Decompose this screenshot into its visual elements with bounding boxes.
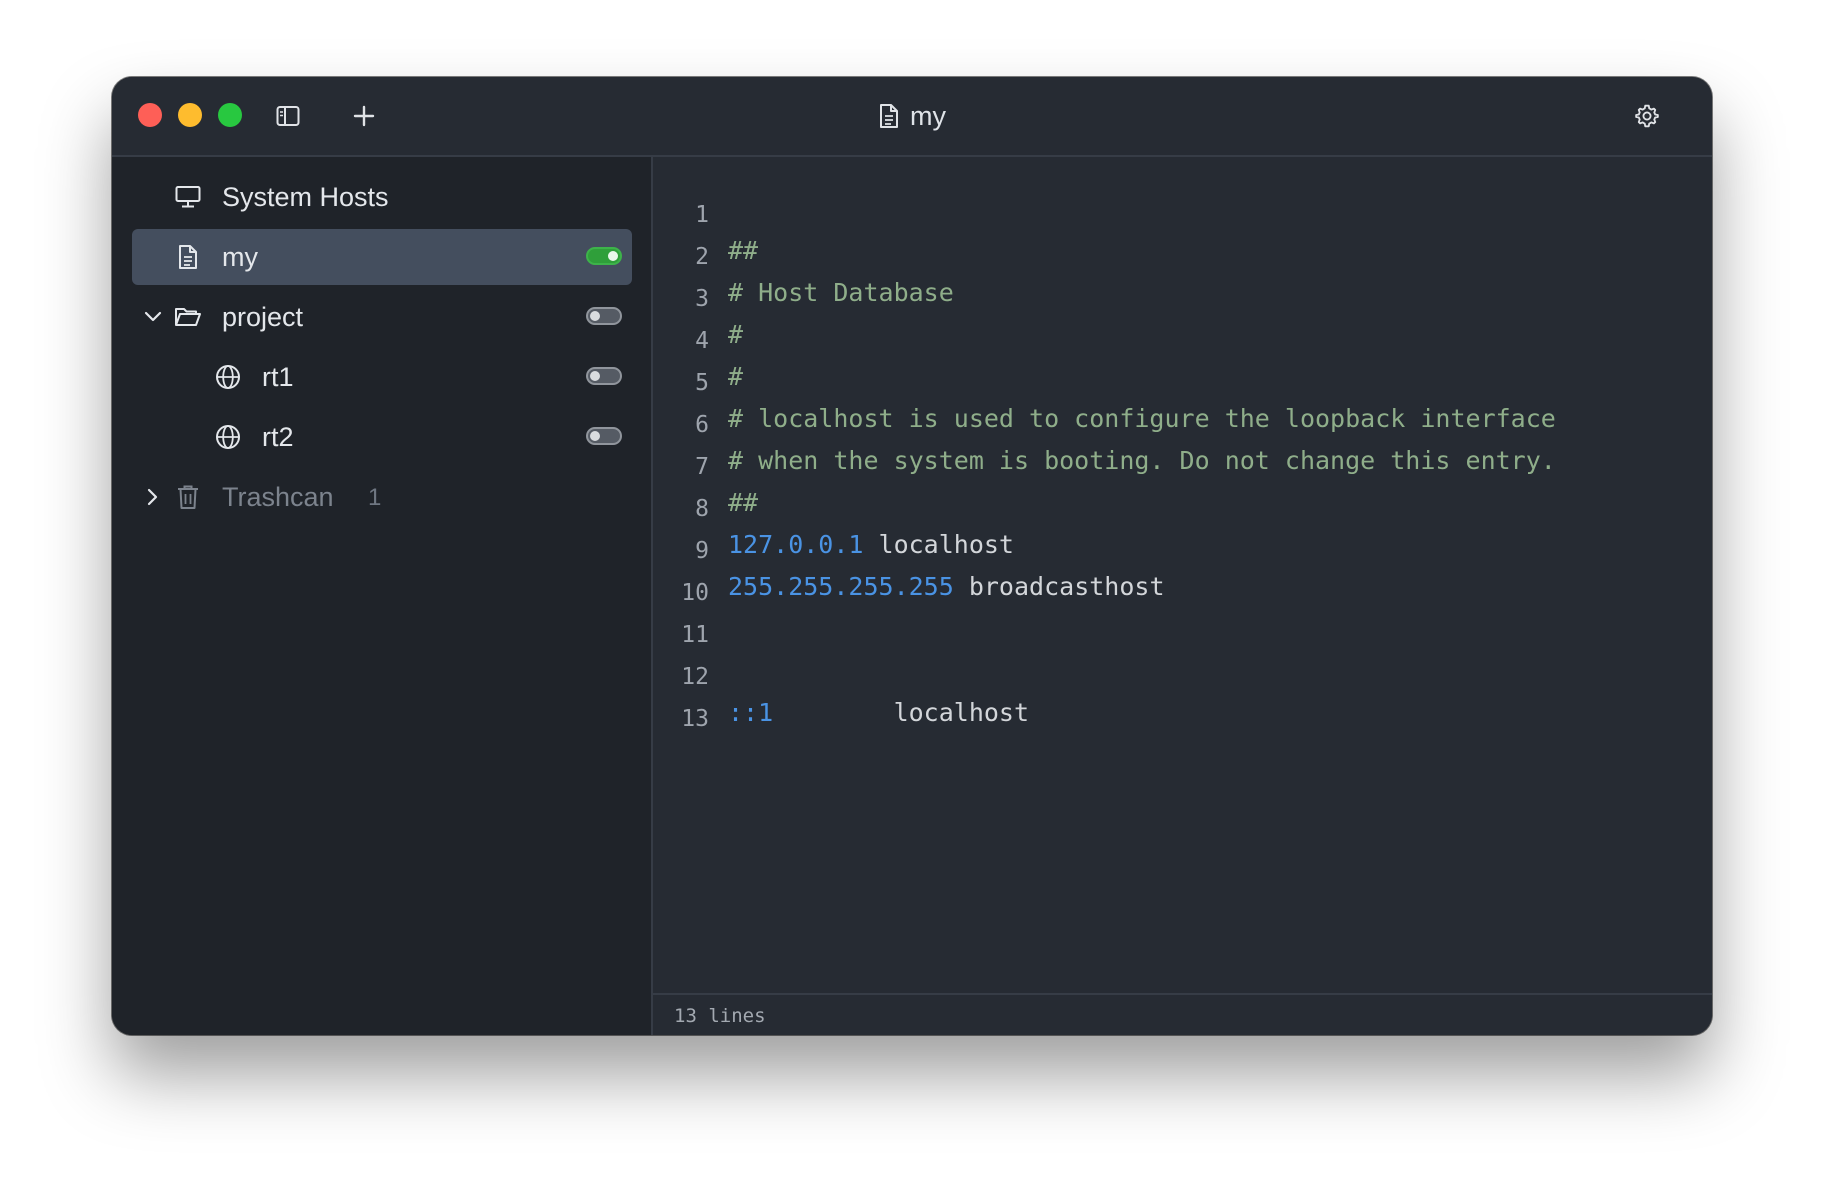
line-count: 13 lines bbox=[674, 1005, 766, 1027]
app-window: my System Hosts my project rt1 rt2 Trash… bbox=[112, 77, 1712, 1035]
chevron-right-icon[interactable] bbox=[140, 484, 166, 510]
sidebar-item-rt1[interactable]: rt1 bbox=[132, 349, 632, 405]
code-line: 3 # bbox=[653, 245, 743, 349]
line-number: 13 bbox=[681, 706, 709, 732]
sidebar-item-rt2[interactable]: rt2 bbox=[132, 409, 632, 465]
code-line: 12 ::1 localhost bbox=[653, 623, 1029, 727]
titlebar: my bbox=[112, 77, 1712, 157]
sidebar-item-my[interactable]: my bbox=[132, 229, 632, 285]
code-line: 2 # Host Database bbox=[653, 203, 954, 307]
settings-button[interactable] bbox=[1632, 101, 1662, 131]
comment-text: # when the system is booting. Do not cha… bbox=[728, 446, 1556, 475]
status-bar: 13 lines bbox=[653, 993, 1712, 1035]
sidebar-item-trashcan[interactable]: Trashcan 1 bbox=[132, 469, 632, 525]
hostname: localhost bbox=[773, 698, 1030, 727]
project-enable-toggle[interactable] bbox=[586, 307, 622, 325]
code-line: 8 127.0.0.1 localhost bbox=[653, 455, 1014, 559]
window-title-text: my bbox=[910, 100, 946, 131]
trash-icon bbox=[174, 483, 202, 511]
file-icon bbox=[174, 243, 202, 271]
comment-text: # localhost is used to configure the loo… bbox=[728, 404, 1556, 433]
hostname: broadcasthost bbox=[953, 572, 1165, 601]
window-title: my bbox=[112, 97, 1712, 135]
sidebar-item-system-hosts[interactable]: System Hosts bbox=[132, 169, 632, 225]
sidebar-item-label: project bbox=[222, 302, 304, 332]
monitor-icon bbox=[174, 183, 202, 211]
comment-text: # Host Database bbox=[728, 278, 954, 307]
ip-address: 255.255.255.255 bbox=[728, 572, 954, 601]
ip-address: 127.0.0.1 bbox=[728, 530, 864, 559]
code-line: 9 255.255.255.255 broadcasthost bbox=[653, 497, 1164, 601]
sidebar-item-label: Trashcan bbox=[222, 482, 334, 512]
trash-count-badge: 1 bbox=[368, 484, 382, 511]
code-line: 4 # bbox=[653, 287, 743, 391]
code-line: 10 bbox=[653, 539, 743, 606]
sidebar-item-label: System Hosts bbox=[222, 182, 389, 212]
gear-icon bbox=[1635, 104, 1659, 128]
rt1-enable-toggle[interactable] bbox=[586, 367, 622, 385]
rt2-enable-toggle[interactable] bbox=[586, 427, 622, 445]
sidebar: System Hosts my project rt1 rt2 Trashcan… bbox=[112, 157, 653, 1035]
code-line: 1 ## bbox=[653, 161, 758, 265]
sidebar-item-label: my bbox=[222, 242, 258, 272]
file-icon bbox=[880, 104, 898, 128]
hosts-editor[interactable]: 1 ## 2 # Host Database 3 # 4 # 5 # local… bbox=[653, 157, 1712, 993]
hostname: localhost bbox=[863, 530, 1014, 559]
code-line: 6 # when the system is booting. Do not c… bbox=[653, 371, 1556, 475]
code-line: 7 ## bbox=[653, 413, 758, 517]
globe-icon bbox=[214, 423, 242, 451]
my-enable-toggle[interactable] bbox=[586, 247, 622, 265]
sidebar-item-label: rt1 bbox=[262, 362, 294, 392]
sidebar-item-label: rt2 bbox=[262, 422, 294, 452]
chevron-down-icon[interactable] bbox=[140, 304, 166, 330]
globe-icon bbox=[214, 363, 242, 391]
code-line: 5 # localhost is used to configure the l… bbox=[653, 329, 1556, 433]
folder-open-icon bbox=[174, 303, 202, 331]
code-line: 13 bbox=[653, 665, 743, 732]
code-line: 11 bbox=[653, 581, 743, 648]
sidebar-item-project[interactable]: project bbox=[132, 289, 632, 345]
